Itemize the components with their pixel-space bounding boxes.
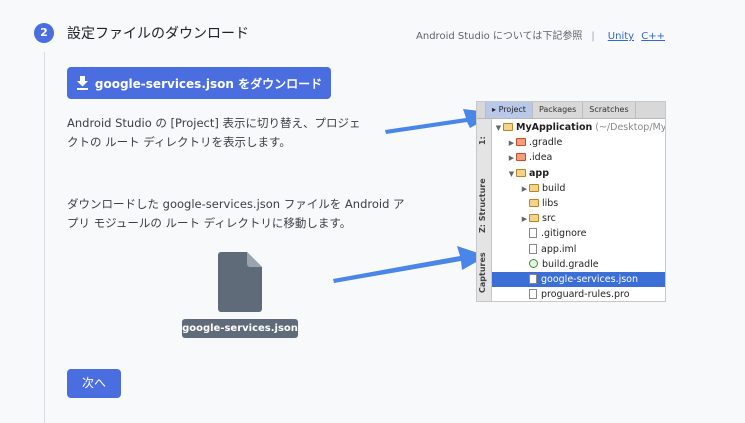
expand-right-icon[interactable]: ▶ — [520, 182, 529, 197]
tree-row-label: app — [529, 167, 550, 179]
ide-tab-scratches-label: Scratches — [589, 105, 629, 114]
tree-row-label: build — [542, 182, 566, 194]
ide-tab-scratches[interactable]: Scratches — [583, 102, 636, 118]
tree-row-label: MyApplication — [516, 122, 593, 133]
tree-row-label: proguard-rules.pro — [541, 289, 630, 301]
tree-row-label: .gradle — [529, 137, 563, 149]
file-icon — [529, 289, 537, 300]
expand-right-icon[interactable]: ▶ — [520, 212, 529, 227]
file-icon — [529, 228, 537, 239]
tree-row[interactable]: ▶ .idea — [492, 150, 665, 165]
tree-row[interactable]: app.iml — [492, 242, 665, 257]
tree-row-label: app.iml — [541, 243, 577, 255]
ide-tab-project-label: Project — [498, 105, 526, 114]
gradle-icon — [529, 258, 538, 268]
side-label-project[interactable]: 1: — [478, 123, 490, 145]
tree-row[interactable]: ▶ .gradle — [492, 135, 665, 150]
tree-row[interactable]: .gitignore — [492, 226, 665, 241]
folder-icon — [529, 198, 539, 207]
tree-row-label: .gitignore — [541, 228, 587, 240]
file-icon — [529, 243, 537, 254]
expand-down-icon[interactable]: ▼ — [494, 121, 503, 136]
ide-tab-project[interactable]: ▸ Project — [486, 102, 533, 118]
tree-row-label: .idea — [529, 152, 553, 164]
project-tree: ▼ MyApplication (~/Desktop/My ▶ .gradle ▶ .id… — [492, 120, 665, 301]
folder-icon — [516, 168, 526, 177]
tree-row-label: build.gradle — [542, 258, 599, 270]
tree-row-label: src — [542, 213, 556, 225]
tree-row-label: google-services.json — [541, 273, 639, 285]
tree-row[interactable]: ▶ src — [492, 211, 665, 226]
expand-right-icon[interactable]: ▶ — [507, 136, 516, 151]
file-icon — [529, 273, 537, 284]
folder-icon — [529, 214, 539, 223]
folder-icon — [529, 183, 539, 192]
ide-tab-bar: ▸ Project Packages Scratches — [477, 102, 665, 119]
arrow-to-google-services — [333, 246, 487, 283]
tree-row[interactable]: ▼ MyApplication (~/Desktop/My — [492, 120, 665, 135]
ide-tab-packages-label: Packages — [538, 105, 577, 114]
tree-row[interactable]: libs — [492, 196, 665, 211]
side-label-structure[interactable]: Z: Structure — [478, 171, 490, 233]
folder-icon — [503, 123, 513, 131]
excluded-folder-icon — [516, 138, 526, 147]
excluded-folder-icon — [516, 153, 526, 162]
tree-row[interactable]: proguard-rules.pro — [492, 287, 665, 301]
tree-row[interactable]: ▼ app — [492, 166, 665, 181]
side-label-captures[interactable]: Captures — [478, 249, 490, 293]
ide-tab-packages[interactable]: Packages — [533, 102, 584, 118]
tree-row-path: (~/Desktop/My — [592, 122, 666, 133]
ide-side-toolbar: 1: Z: Structure Captures — [477, 119, 492, 301]
tree-row[interactable]: build.gradle — [492, 257, 665, 272]
ide-tab-spacer — [477, 102, 486, 118]
tree-row-selected[interactable]: google-services.json — [492, 271, 665, 288]
expand-down-icon[interactable]: ▼ — [507, 167, 516, 182]
tree-row-label: libs — [542, 197, 559, 209]
expand-right-icon[interactable]: ▶ — [507, 151, 516, 166]
tree-row[interactable]: ▶ build — [492, 181, 665, 196]
android-studio-project-panel: ▸ Project Packages Scratches 1: Z: Struc… — [476, 101, 666, 302]
